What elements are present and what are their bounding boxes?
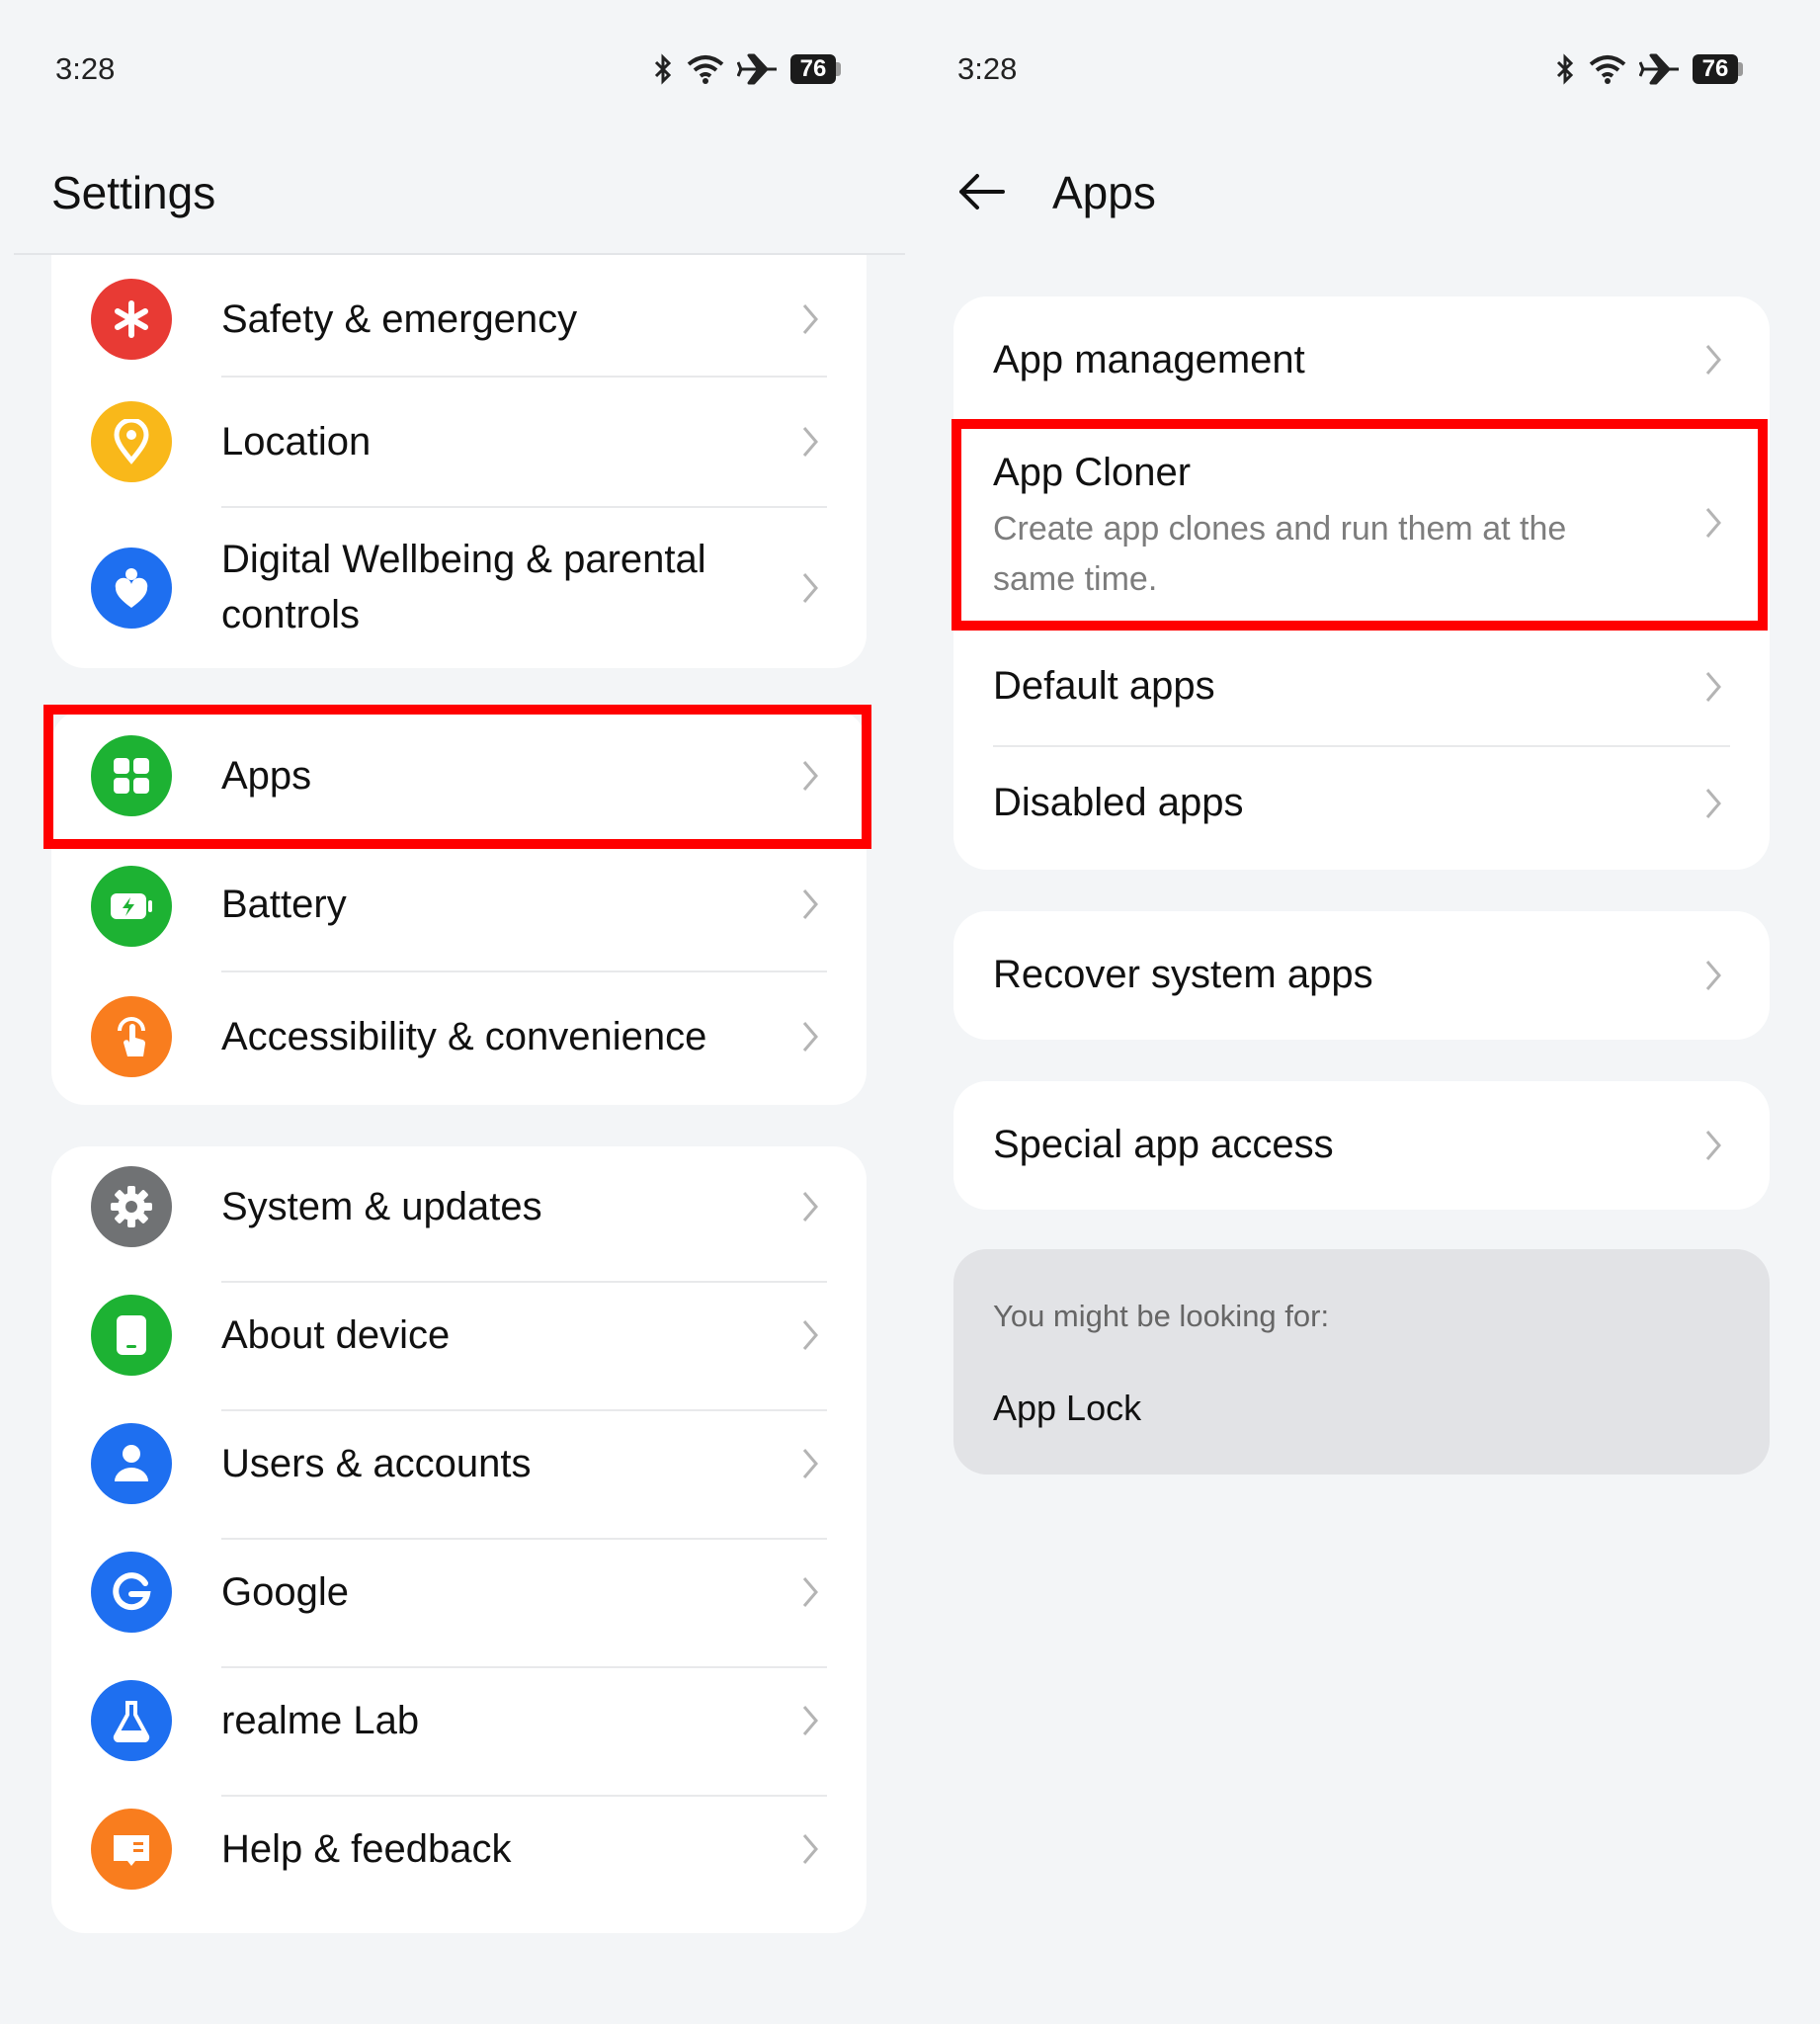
bluetooth-icon — [1556, 53, 1574, 85]
suggestion-panel: You might be looking for: App Lock — [953, 1249, 1770, 1475]
app-management-label: App management — [993, 338, 1305, 381]
chevron-right-icon — [802, 761, 818, 791]
user-icon — [91, 1423, 172, 1504]
apps-grid-icon — [91, 735, 172, 816]
location-pin-icon — [91, 401, 172, 482]
chevron-right-icon — [1705, 789, 1721, 818]
battery-indicator: 76 — [1693, 54, 1743, 84]
google-g-icon — [91, 1552, 172, 1633]
chevron-right-icon — [802, 1449, 818, 1478]
bluetooth-icon — [654, 53, 672, 85]
app-cloner-description: Create app clones and run them at the — [993, 510, 1567, 548]
app-management-item[interactable]: App management — [953, 296, 1770, 423]
chevron-right-icon — [802, 1834, 818, 1864]
chevron-right-icon — [1705, 672, 1721, 702]
status-time: 3:28 — [957, 51, 1018, 86]
page-title: Settings — [51, 167, 216, 218]
settings-item-users-accounts[interactable]: Users & accounts — [51, 1411, 867, 1540]
settings-item-digital-wellbeing[interactable]: Digital Wellbeing & parental controls — [51, 508, 867, 668]
battery-charging-icon — [91, 866, 172, 947]
app-cloner-description-line2: same time. — [993, 560, 1158, 598]
settings-item-label: Accessibility & convenience — [221, 1015, 707, 1058]
settings-item-label: Safety & emergency — [221, 297, 578, 341]
default-apps-item[interactable]: Default apps — [953, 631, 1770, 747]
chevron-right-icon — [802, 1320, 818, 1350]
settings-item-realme-lab[interactable]: realme Lab — [51, 1668, 867, 1797]
settings-group-privacy: Safety & emergency Location Digital Well… — [51, 255, 867, 668]
suggestion-heading: You might be looking for: — [993, 1299, 1330, 1333]
chevron-right-icon — [802, 889, 818, 919]
settings-item-battery[interactable]: Battery — [51, 844, 867, 972]
settings-item-label: Users & accounts — [221, 1442, 532, 1485]
settings-item-label: System & updates — [221, 1185, 542, 1228]
settings-screen: 3:28 76 Settings Safety & emergency Loca… — [0, 0, 910, 2024]
settings-item-label: Location — [221, 420, 372, 464]
tap-hand-icon — [91, 996, 172, 1077]
settings-item-accessibility[interactable]: Accessibility & convenience — [51, 972, 867, 1101]
settings-item-label: Help & feedback — [221, 1827, 512, 1871]
chevron-right-icon — [1705, 1131, 1721, 1160]
status-icons: 76 — [1554, 51, 1743, 87]
feedback-book-icon — [91, 1809, 172, 1890]
gear-icon — [91, 1166, 172, 1247]
heart-person-icon — [91, 548, 172, 629]
settings-item-label-line2: controls — [221, 593, 361, 636]
settings-item-safety-emergency[interactable]: Safety & emergency — [51, 255, 867, 383]
battery-level: 76 — [790, 54, 836, 84]
airplane-icon — [1639, 53, 1679, 85]
chevron-right-icon — [1705, 508, 1721, 538]
wifi-icon — [1589, 55, 1626, 84]
apps-screen: 3:28 76 Apps App management App Cloner C… — [910, 0, 1820, 2024]
wifi-icon — [687, 55, 724, 84]
default-apps-label: Default apps — [993, 664, 1215, 708]
back-arrow-icon[interactable] — [957, 172, 1007, 211]
suggestion-app-lock-link[interactable]: App Lock — [993, 1388, 1141, 1429]
chevron-right-icon — [802, 1577, 818, 1607]
settings-item-label: Battery — [221, 883, 347, 926]
asterisk-icon — [91, 279, 172, 360]
settings-item-label: About device — [221, 1313, 451, 1357]
battery-level: 76 — [1693, 54, 1738, 84]
status-icons: 76 — [652, 51, 841, 87]
app-cloner-label: App Cloner — [993, 451, 1192, 494]
settings-item-help-feedback[interactable]: Help & feedback — [51, 1797, 867, 1925]
special-app-access-card: Special app access — [953, 1081, 1770, 1210]
recover-system-apps-label: Recover system apps — [993, 953, 1373, 996]
phone-device-icon — [91, 1295, 172, 1376]
settings-item-label: Google — [221, 1570, 349, 1614]
chevron-right-icon — [1705, 961, 1721, 990]
battery-indicator: 76 — [790, 54, 841, 84]
flask-icon — [91, 1680, 172, 1761]
settings-item-google[interactable]: Google — [51, 1540, 867, 1668]
chevron-right-icon — [802, 573, 818, 603]
special-app-access-label: Special app access — [993, 1123, 1334, 1166]
settings-group-system: System & updates About device Users & ac… — [51, 1146, 867, 1933]
settings-item-apps[interactable]: Apps — [51, 710, 867, 842]
disabled-apps-item[interactable]: Disabled apps — [953, 747, 1770, 870]
chevron-right-icon — [802, 304, 818, 334]
recover-system-apps-card: Recover system apps — [953, 911, 1770, 1040]
settings-item-label: Apps — [221, 754, 312, 798]
chevron-right-icon — [802, 1706, 818, 1735]
chevron-right-icon — [802, 427, 818, 457]
app-cloner-item[interactable]: App Cloner Create app clones and run the… — [953, 423, 1770, 631]
airplane-icon — [737, 53, 777, 85]
chevron-right-icon — [1705, 345, 1721, 375]
disabled-apps-label: Disabled apps — [993, 781, 1244, 824]
settings-group-device: Apps Battery Accessibility & convenience — [51, 710, 867, 1105]
settings-item-location[interactable]: Location — [51, 378, 867, 506]
settings-item-about-device[interactable]: About device — [51, 1283, 867, 1411]
chevron-right-icon — [802, 1192, 818, 1222]
recover-system-apps-item[interactable]: Recover system apps — [953, 911, 1770, 1040]
apps-card-main: App management App Cloner Create app clo… — [953, 296, 1770, 870]
status-time: 3:28 — [55, 51, 116, 86]
special-app-access-item[interactable]: Special app access — [953, 1081, 1770, 1210]
settings-item-label: realme Lab — [221, 1699, 420, 1742]
page-title: Apps — [1052, 167, 1156, 218]
settings-item-system-updates[interactable]: System & updates — [51, 1146, 867, 1279]
settings-item-label: Digital Wellbeing & parental — [221, 538, 706, 581]
chevron-right-icon — [802, 1022, 818, 1052]
